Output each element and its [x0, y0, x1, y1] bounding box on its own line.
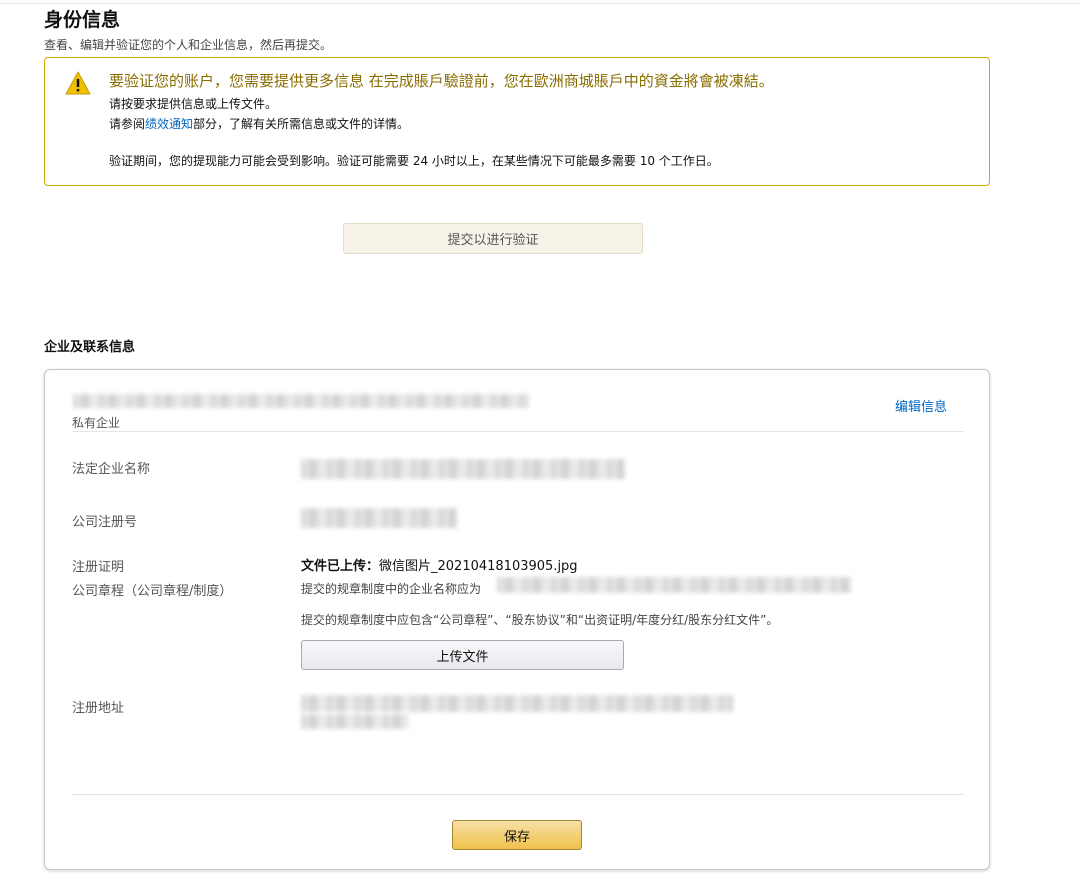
alert-line-3: 验证期间，您的提现能力可能会受到影响。验证可能需要 24 小时以上，在某些情况下…	[109, 154, 719, 168]
alert-line-2-suffix: 部分，了解有关所需信息或文件的详情。	[193, 117, 410, 131]
business-type: 私有企业	[72, 416, 121, 430]
alert-line-1: 请按要求提供信息或上传文件。	[109, 97, 278, 111]
redacted-address-line-1	[301, 695, 733, 712]
uploaded-filename: 微信图片_20210418103905.jpg	[379, 559, 578, 574]
alert-line-2-prefix: 请参阅	[109, 117, 146, 131]
alert-heading: 要验证您的账户，您需要提供更多信息 在完成賬戶驗證前，您在歐洲商城賬戶中的資金將…	[109, 72, 774, 90]
performance-notice-link[interactable]: 绩效通知	[145, 117, 193, 131]
page-subtitle: 查看、编辑并验证您的个人和企业信息，然后再提交。	[44, 38, 333, 52]
reg-number-label: 公司注册号	[72, 515, 138, 530]
legal-name-label: 法定企业名称	[72, 462, 151, 477]
req-docs-text: 提交的规章制度中应包含“公司章程”、“股东协议”和“出资证明/年度分红/股东分红…	[301, 613, 779, 627]
redacted-required-name	[497, 577, 851, 593]
redacted-business-name	[73, 394, 529, 408]
page-title: 身份信息	[44, 9, 121, 31]
upload-status: 文件已上传：微信图片_20210418103905.jpg	[301, 555, 578, 574]
footer-divider	[72, 794, 964, 795]
alert-line-2: 请参阅绩效通知部分，了解有关所需信息或文件的详情。	[109, 116, 409, 132]
top-rule	[0, 0, 1080, 4]
address-label: 注册地址	[72, 701, 125, 716]
upload-status-prefix: 文件已上传：	[301, 559, 380, 574]
header-divider	[72, 431, 964, 432]
submit-for-verification-button[interactable]: 提交以进行验证	[343, 223, 643, 254]
redacted-reg-number	[301, 508, 457, 528]
warning-icon	[65, 71, 91, 95]
verification-alert: 要验证您的账户，您需要提供更多信息 在完成賬戶驗證前，您在歐洲商城賬戶中的資金將…	[44, 57, 990, 186]
upload-file-button[interactable]: 上传文件	[301, 640, 624, 670]
articles-label: 公司章程（公司章程/制度）	[72, 584, 233, 599]
redacted-address-line-2	[301, 714, 409, 729]
reg-proof-label: 注册证明	[72, 560, 125, 575]
redacted-legal-name	[301, 459, 625, 479]
business-info-card: 私有企业 编辑信息 法定企业名称 公司注册号 注册证明 公司章程（公司章程/制度…	[44, 369, 990, 870]
req-name-text: 提交的规章制度中的企业名称应为	[301, 582, 482, 596]
edit-info-link[interactable]: 编辑信息	[895, 396, 947, 415]
save-button[interactable]: 保存	[452, 820, 582, 850]
section-title: 企业及联系信息	[44, 340, 136, 355]
